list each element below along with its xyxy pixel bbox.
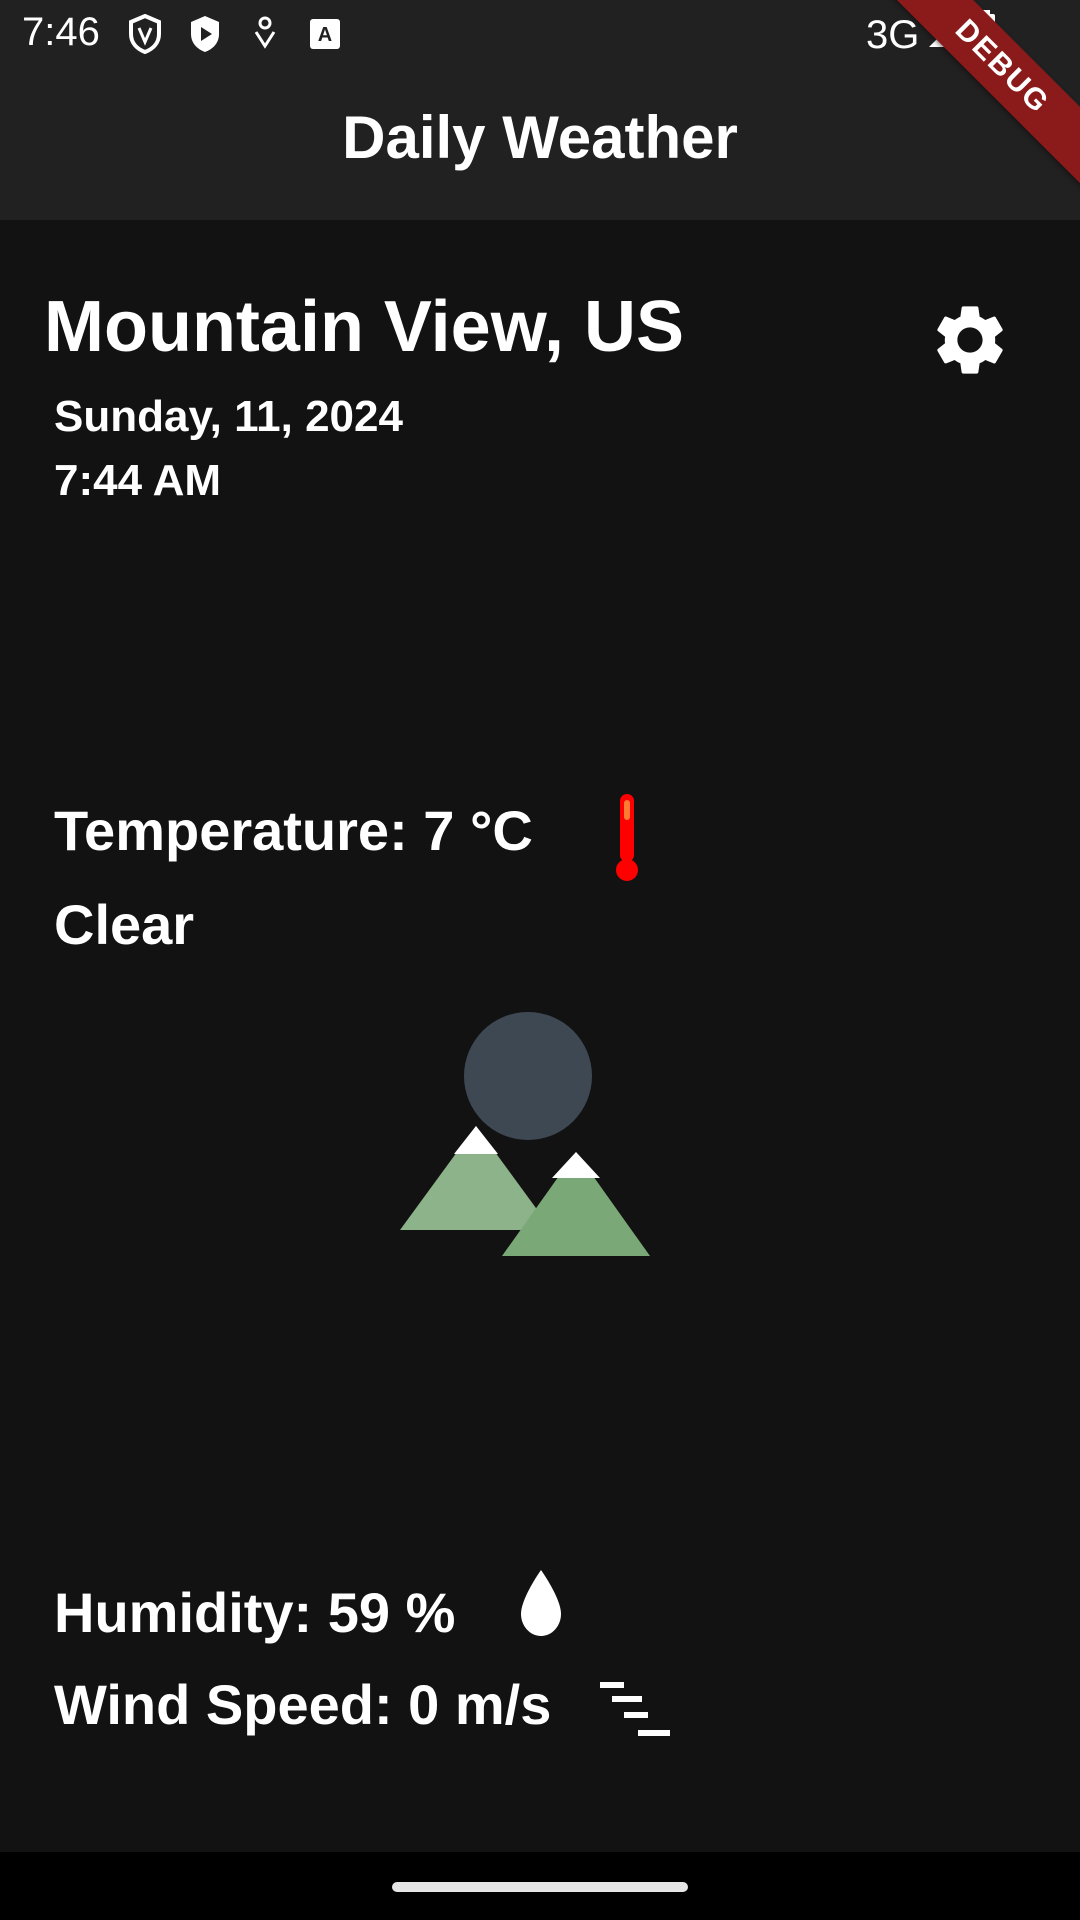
thermometer-icon bbox=[616, 794, 638, 881]
keyboard-a-icon: A bbox=[304, 13, 346, 55]
app-title: Daily Weather bbox=[342, 103, 738, 171]
status-icons: A bbox=[124, 12, 346, 56]
status-time: 7:46 bbox=[22, 10, 100, 54]
app-bar: Daily Weather bbox=[0, 66, 1080, 220]
gear-icon bbox=[937, 306, 1003, 374]
settings-button[interactable] bbox=[928, 298, 1012, 382]
city-title: Mountain View, US bbox=[44, 287, 685, 367]
wind-icon bbox=[600, 1682, 670, 1736]
accessibility-icon bbox=[244, 13, 286, 55]
weather-image-placeholder bbox=[400, 1012, 650, 1256]
navigation-bar bbox=[0, 1852, 1080, 1920]
water-drop-icon bbox=[521, 1570, 561, 1636]
svg-text:A: A bbox=[318, 24, 332, 46]
network-label: 3G bbox=[866, 12, 920, 57]
vpn-shield-icon bbox=[124, 13, 166, 55]
temperature-label: Temperature: 7 °C bbox=[54, 799, 533, 862]
wind-speed-label: Wind Speed: 0 m/s bbox=[54, 1673, 552, 1736]
time-label: 7:44 AM bbox=[54, 456, 222, 505]
play-shield-icon bbox=[184, 13, 226, 55]
condition-label: Clear bbox=[54, 893, 195, 956]
date-label: Sunday, 11, 2024 bbox=[54, 392, 403, 441]
humidity-label: Humidity: 59 % bbox=[54, 1581, 456, 1644]
home-gesture-handle[interactable] bbox=[392, 1882, 688, 1892]
